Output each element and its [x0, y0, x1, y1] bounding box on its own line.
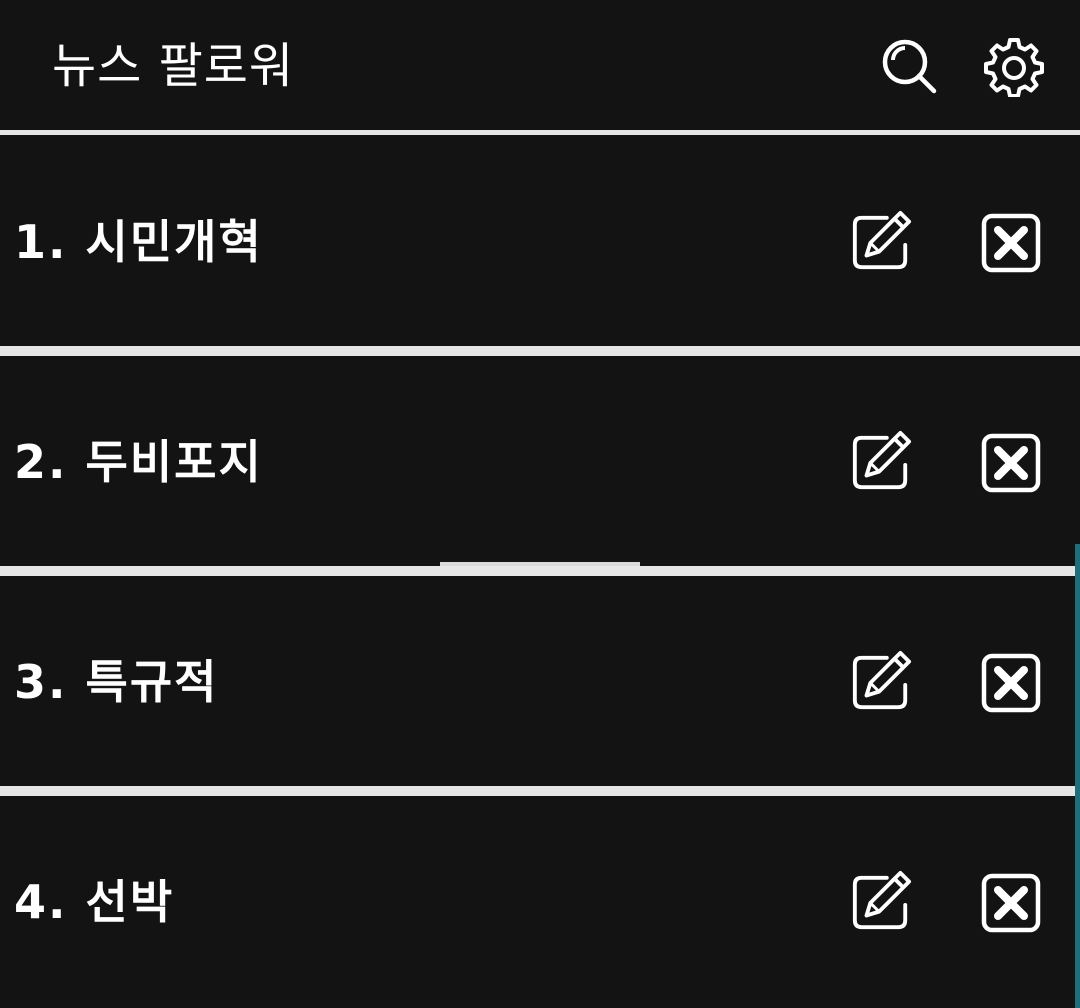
- edit-button[interactable]: [850, 650, 912, 712]
- list-item-label: 1. 시민개혁: [14, 215, 263, 269]
- list-item-label: 2. 두비포지: [14, 435, 263, 489]
- delete-button[interactable]: [980, 432, 1042, 494]
- scroll-indicator[interactable]: [1075, 544, 1080, 1008]
- edit-button[interactable]: [850, 430, 912, 492]
- row-divider: [0, 566, 1080, 576]
- edit-icon: [852, 650, 912, 710]
- list-item[interactable]: 1. 시민개혁: [0, 136, 1075, 346]
- gear-icon: [984, 38, 1044, 97]
- edit-icon: [852, 210, 912, 270]
- close-box-icon: [981, 873, 1041, 933]
- close-box-icon: [981, 433, 1041, 493]
- edit-button[interactable]: [850, 210, 912, 272]
- delete-button[interactable]: [980, 212, 1042, 274]
- list-item-label: 4. 선박: [14, 875, 175, 929]
- settings-button[interactable]: [982, 34, 1046, 98]
- edit-icon: [852, 430, 912, 490]
- edit-icon: [852, 870, 912, 930]
- list-item[interactable]: 4. 선박: [0, 796, 1075, 1006]
- delete-button[interactable]: [980, 652, 1042, 714]
- row-divider: [0, 346, 1080, 356]
- app-header: 뉴스 팔로워: [0, 0, 1080, 131]
- edit-button[interactable]: [850, 870, 912, 932]
- list-item[interactable]: 2. 두비포지: [0, 356, 1075, 566]
- search-button[interactable]: [877, 34, 941, 98]
- delete-button[interactable]: [980, 872, 1042, 934]
- close-box-icon: [981, 653, 1041, 713]
- list-item-label: 3. 특규적: [14, 655, 219, 709]
- row-divider: [0, 786, 1080, 796]
- close-box-icon: [981, 213, 1041, 273]
- list-item[interactable]: 3. 특규적: [0, 576, 1075, 786]
- search-icon: [882, 39, 937, 94]
- header-divider: [0, 130, 1080, 135]
- page-title: 뉴스 팔로워: [52, 38, 295, 94]
